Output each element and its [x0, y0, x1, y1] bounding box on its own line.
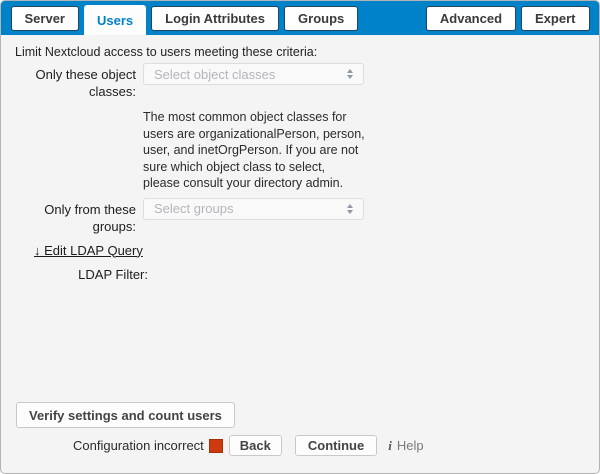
select-updown-arrows-icon [347, 204, 353, 214]
help-link[interactable]: i Help [388, 438, 423, 454]
footer-row: Configuration incorrect Back Continue i … [73, 435, 424, 456]
tab-bar: Server Users Login Attributes Groups Adv… [1, 1, 599, 35]
intro-text: Limit Nextcloud access to users meeting … [15, 45, 585, 60]
object-classes-row: Only these object classes: Select object… [15, 63, 585, 100]
status-error-indicator [209, 439, 223, 453]
tab-server[interactable]: Server [11, 6, 79, 31]
ldap-wizard-panel: Server Users Login Attributes Groups Adv… [0, 0, 600, 474]
object-classes-placeholder: Select object classes [154, 67, 275, 82]
groups-label: Only from these groups: [15, 198, 136, 235]
edit-ldap-query-link[interactable]: ↓ Edit LDAP Query [34, 243, 143, 258]
help-label: Help [397, 438, 424, 453]
tab-expert[interactable]: Expert [521, 6, 589, 31]
object-classes-select[interactable]: Select object classes [143, 63, 364, 85]
back-button[interactable]: Back [229, 435, 282, 456]
select-updown-arrows-icon [347, 69, 353, 79]
tab-advanced[interactable]: Advanced [426, 6, 516, 31]
continue-button[interactable]: Continue [295, 435, 377, 456]
verify-settings-button[interactable]: Verify settings and count users [16, 402, 235, 428]
object-classes-label: Only these object classes: [15, 63, 136, 100]
groups-select[interactable]: Select groups [143, 198, 364, 220]
tab-groups[interactable]: Groups [284, 6, 358, 31]
ldap-filter-label: LDAP Filter: [15, 267, 148, 282]
groups-placeholder: Select groups [154, 201, 234, 216]
groups-row: Only from these groups: Select groups [15, 198, 585, 235]
tab-users[interactable]: Users [84, 5, 146, 35]
tab-login-attributes[interactable]: Login Attributes [151, 6, 279, 31]
users-tab-content: Limit Nextcloud access to users meeting … [1, 35, 599, 282]
info-icon: i [388, 438, 392, 454]
object-classes-help-text: The most common object classes for users… [143, 109, 365, 192]
configuration-status-text: Configuration incorrect [73, 438, 204, 453]
